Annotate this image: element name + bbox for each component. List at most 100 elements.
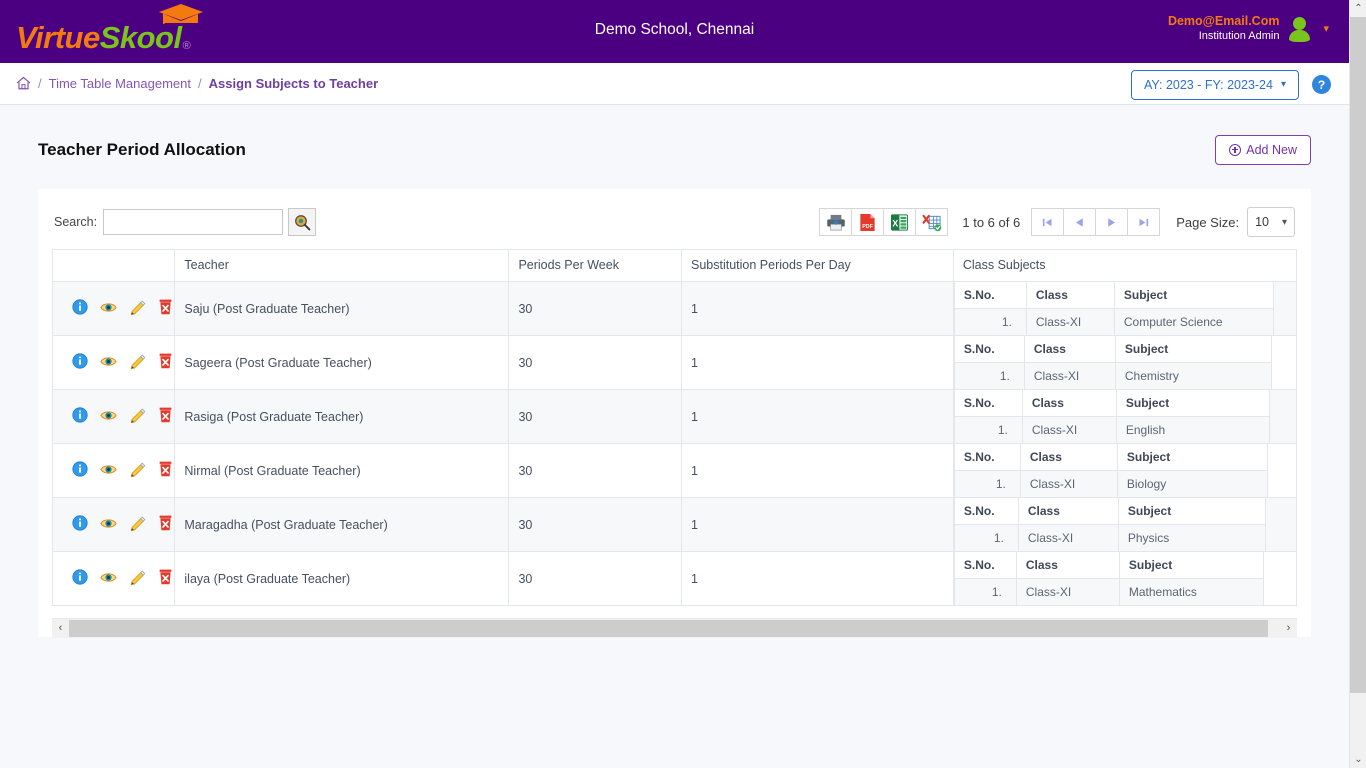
help-icon[interactable]: ? [1312, 75, 1331, 94]
edit-icon[interactable] [129, 569, 146, 588]
csv-export-button[interactable] [915, 208, 949, 236]
class-subjects-column-header: Class [1017, 497, 1119, 525]
horizontal-scrollbar[interactable]: ‹ › [52, 618, 1297, 638]
next-page-button[interactable] [1095, 208, 1129, 236]
view-icon[interactable] [100, 409, 117, 425]
periods-per-week-cell: 30 [508, 551, 682, 606]
delete-icon[interactable] [158, 515, 173, 534]
class-subjects-column-header: Subject [1113, 281, 1274, 309]
search-button[interactable] [288, 208, 317, 236]
class-subject-class: Class-XI [1017, 524, 1119, 552]
substitution-periods-per-day-cell: 1 [681, 443, 954, 498]
edit-icon[interactable] [129, 407, 146, 426]
logo-text-virtue: Virtue [16, 19, 100, 55]
class-subject-sno: 1. [953, 470, 1021, 498]
class-subjects-column-header: S.No. [953, 551, 1017, 579]
pdf-icon: PDF [860, 213, 875, 231]
scroll-down-button[interactable]: ⌄ [1350, 751, 1366, 768]
magnifier-icon [294, 214, 310, 230]
class-subjects-column-header: Subject [1114, 335, 1272, 363]
info-icon[interactable] [72, 569, 88, 588]
svg-text:X: X [893, 218, 899, 228]
avatar[interactable] [1289, 16, 1311, 42]
class-subjects-column-header: Class [1021, 389, 1117, 417]
class-subjects-cell: S.No. Class Subject 1. Class-XI Chemistry [952, 335, 1298, 390]
table-row: ilaya (Post Graduate Teacher) 30 1 S.No. Cla… [51, 551, 1298, 606]
class-subject-row: 1. Class-XI Physics [953, 524, 1266, 552]
view-icon[interactable] [100, 517, 117, 533]
scroll-right-button[interactable]: › [1280, 618, 1297, 638]
delete-icon[interactable] [158, 353, 173, 372]
chevron-down-icon[interactable]: ▾ [1323, 22, 1329, 35]
printer-icon [827, 214, 845, 230]
table-row: Sageera (Post Graduate Teacher) 30 1 S.No. C… [51, 335, 1298, 390]
vertical-scroll-thumb[interactable] [1350, 17, 1366, 693]
page-size-value: 10 [1255, 215, 1269, 229]
delete-icon[interactable] [158, 569, 173, 588]
pagination [1031, 208, 1161, 236]
edit-icon[interactable] [129, 515, 146, 534]
class-subject-row: 1. Class-XI Mathematics [953, 578, 1264, 606]
info-icon[interactable] [72, 407, 88, 426]
view-icon[interactable] [100, 571, 117, 587]
grid-toolbar: Search: PDF X 1 to 6 of 6 Page Size: 10 … [52, 205, 1297, 249]
page-size-select[interactable]: 10 ▾ [1247, 207, 1295, 237]
info-icon[interactable] [72, 515, 88, 534]
edit-icon[interactable] [129, 299, 146, 318]
delete-icon[interactable] [158, 299, 173, 318]
add-new-button[interactable]: Add New [1215, 135, 1311, 165]
app-logo[interactable]: Virtue Skool ® [16, 3, 203, 55]
logo-text-skool: Skool [99, 19, 182, 55]
row-actions-cell [51, 281, 176, 336]
class-subjects-table: S.No. Class Subject 1. Class-XI Biology [953, 443, 1268, 498]
info-icon[interactable] [72, 461, 88, 480]
view-icon[interactable] [100, 355, 117, 371]
row-action-buttons [62, 515, 172, 534]
last-page-button[interactable] [1127, 208, 1161, 236]
edit-icon[interactable] [129, 461, 146, 480]
class-subjects-column-header: Subject [1115, 389, 1270, 417]
column-header-actions [51, 249, 176, 282]
table-body: Saju (Post Graduate Teacher) 30 1 S.No. Clas… [51, 281, 1298, 606]
class-subject-subject: English [1115, 416, 1270, 444]
previous-page-button[interactable] [1063, 208, 1097, 236]
excel-export-button[interactable]: X [883, 208, 917, 236]
delete-icon[interactable] [158, 461, 173, 480]
class-subjects-cell: S.No. Class Subject 1. Class-XI Biology [952, 443, 1298, 498]
periods-per-week-cell: 30 [508, 497, 682, 552]
user-menu[interactable]: Demo@Email.Com Institution Admin ▾ [1168, 14, 1329, 43]
info-icon[interactable] [72, 353, 88, 372]
csv-icon [922, 214, 942, 231]
scroll-left-button[interactable]: ‹ [52, 618, 69, 638]
view-icon[interactable] [100, 301, 117, 317]
delete-icon[interactable] [158, 407, 173, 426]
class-subjects-header-row: S.No. Class Subject [953, 497, 1266, 525]
class-subjects-table: S.No. Class Subject 1. Class-XI Mathematics [953, 551, 1264, 606]
horizontal-scroll-thumb[interactable] [69, 619, 1268, 637]
print-button[interactable] [819, 208, 853, 236]
pdf-export-button[interactable]: PDF [851, 208, 885, 236]
class-subject-sno: 1. [953, 578, 1017, 606]
home-icon[interactable] [16, 76, 31, 91]
info-icon[interactable] [72, 299, 88, 318]
record-count: 1 to 6 of 6 [962, 214, 1021, 230]
academic-year-select[interactable]: AY: 2023 - FY: 2023-24 ▾ [1130, 69, 1299, 100]
first-page-button[interactable] [1031, 208, 1065, 236]
periods-per-week-cell: 30 [508, 335, 682, 390]
user-role: Institution Admin [1198, 29, 1280, 42]
class-subjects-table: S.No. Class Subject 1. Class-XI Computer Scie… [953, 281, 1274, 336]
scroll-up-button[interactable]: ⌃ [1350, 0, 1366, 17]
breadcrumb-item-time-table-management[interactable]: Time Table Management [49, 76, 191, 91]
horizontal-scroll-track[interactable] [69, 618, 1280, 638]
avatar-head [1293, 16, 1307, 30]
search-input[interactable] [103, 209, 284, 235]
class-subject-row: 1. Class-XI Biology [953, 470, 1268, 498]
class-subjects-column-header: Class [1025, 281, 1115, 309]
periods-per-week-cell: 30 [508, 443, 682, 498]
class-subjects-cell: S.No. Class Subject 1. Class-XI Mathematics [952, 551, 1298, 606]
class-subjects-header-row: S.No. Class Subject [953, 281, 1274, 309]
edit-icon[interactable] [129, 353, 146, 372]
vertical-scrollbar[interactable]: ⌃ ⌄ [1349, 0, 1366, 768]
view-icon[interactable] [100, 463, 117, 479]
breadcrumb-separator-1: / [38, 76, 42, 91]
